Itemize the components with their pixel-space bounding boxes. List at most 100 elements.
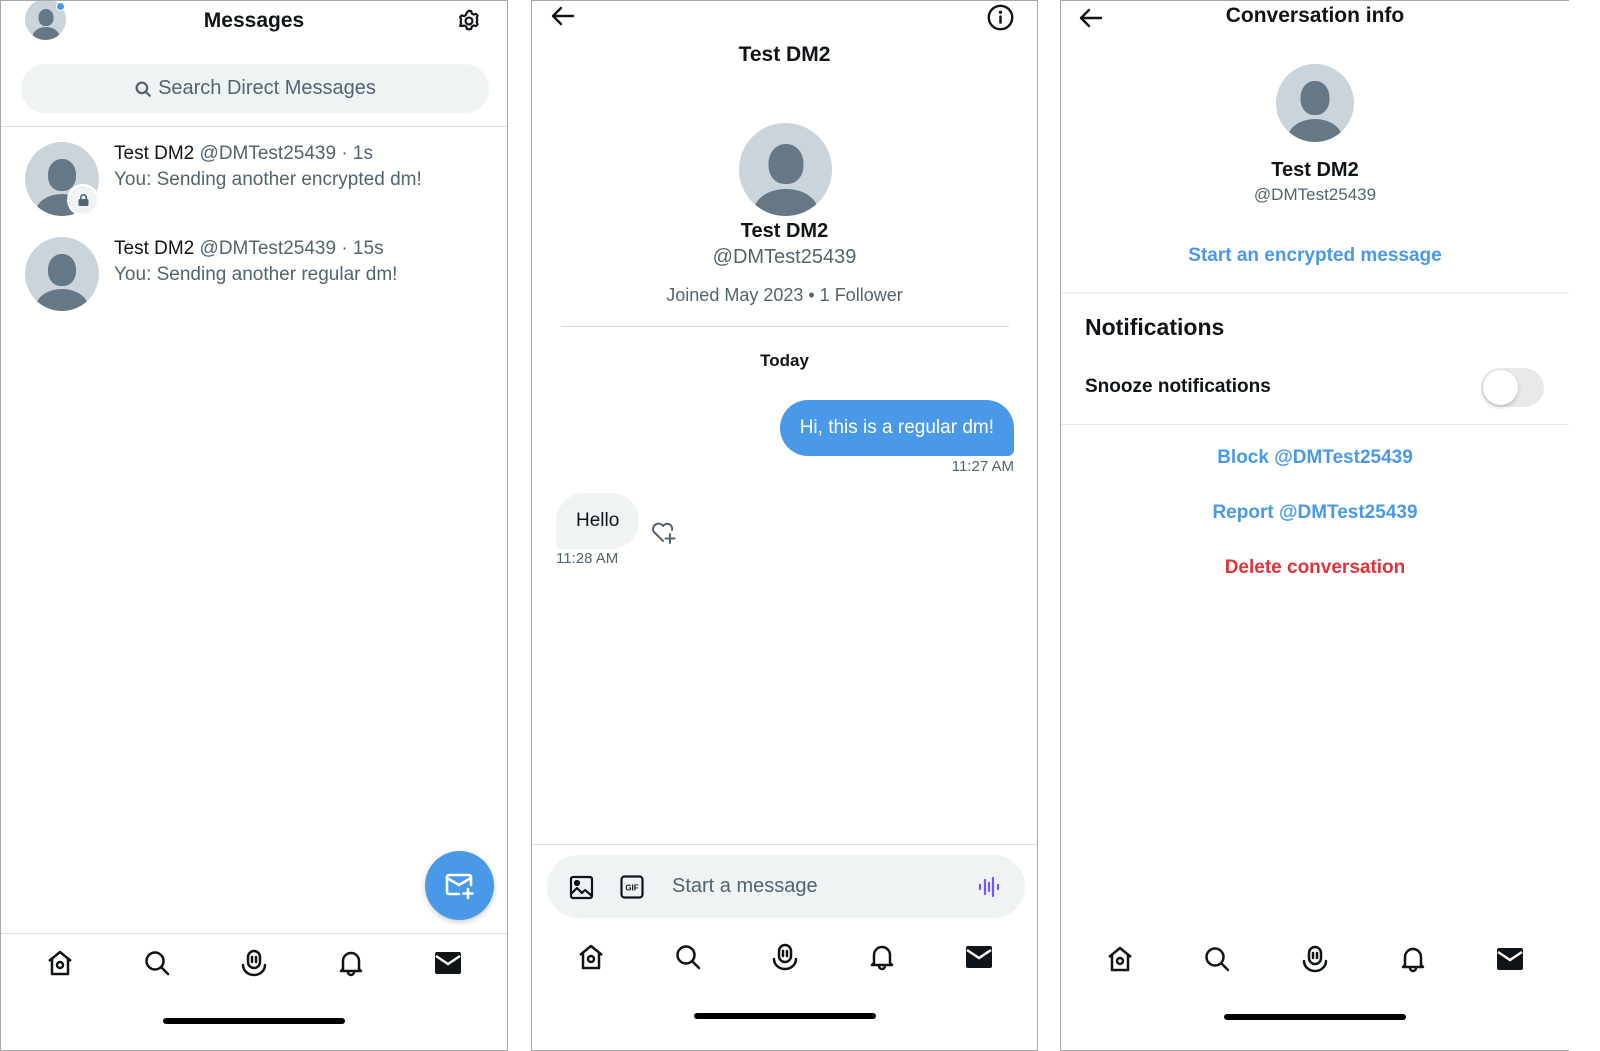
tab-messages[interactable] [1490, 939, 1530, 979]
spaces-microphone-icon [1302, 945, 1328, 973]
profile-avatar-large[interactable] [739, 123, 832, 216]
back-arrow-icon [551, 6, 575, 26]
report-user-link[interactable]: Report @DMTest25439 [1212, 502, 1417, 523]
home-icon [47, 950, 72, 976]
home-indicator [693, 1013, 876, 1019]
search-icon [675, 945, 700, 970]
notifications-heading: Notifications [1085, 314, 1225, 340]
bell-icon [1401, 947, 1424, 973]
block-user-link[interactable]: Block @DMTest25439 [1217, 447, 1413, 468]
tab-notifications[interactable] [862, 937, 902, 977]
lock-icon [78, 194, 88, 206]
home-indicator [1224, 1014, 1406, 1020]
snooze-notifications-toggle[interactable] [1481, 368, 1544, 407]
search-icon [145, 951, 170, 976]
conversation-name: Test DM2 [114, 143, 195, 164]
profile-handle: @DMTest25439 [1253, 185, 1377, 204]
svg-text:GIF: GIF [625, 884, 638, 893]
page-title: Conversation info [1225, 4, 1405, 27]
envelope-filled-icon [1497, 948, 1524, 970]
tab-spaces[interactable] [765, 937, 805, 977]
date-separator: Today [760, 351, 809, 370]
conversation-info-screen: Conversation info Test DM2 @DMTest25439 … [1060, 0, 1569, 1051]
tab-spaces[interactable] [1295, 939, 1335, 979]
home-indicator [163, 1018, 345, 1024]
header-divider [1, 126, 507, 127]
back-button[interactable] [548, 3, 578, 29]
voice-waveform-icon [978, 876, 1000, 898]
chat-screen: Test DM2 Test DM2 @DMTest25439 Joined Ma… [531, 0, 1038, 1051]
conversation-list-item[interactable]: Test DM2 @DMTest25439 · 15s You: Sending… [1, 234, 507, 324]
profile-joined-info: Joined May 2023 • 1 Follower [666, 285, 903, 305]
search-icon [1205, 947, 1230, 972]
page-title: Messages [203, 9, 305, 32]
spaces-microphone-icon [772, 943, 797, 971]
profile-name: Test DM2 [1271, 159, 1359, 181]
message-composer: GIF [547, 855, 1025, 918]
message-input[interactable] [672, 855, 952, 918]
conversation-name: Test DM2 [114, 238, 195, 259]
incoming-message-bubble[interactable]: Hello [556, 493, 640, 549]
conversation-preview: You: Sending another encrypted dm! [114, 169, 422, 190]
bottom-tab-bar [1061, 939, 1569, 979]
bottom-tab-bar [532, 937, 1037, 977]
image-icon [569, 875, 593, 899]
message-timestamp: 11:27 AM [951, 458, 1014, 475]
profile-divider [561, 326, 1009, 327]
tab-notifications[interactable] [1393, 939, 1433, 979]
avatar [25, 237, 99, 311]
search-icon [135, 81, 151, 97]
envelope-plus-icon [445, 873, 474, 899]
start-encrypted-message-link[interactable]: Start an encrypted message [1188, 245, 1441, 266]
tab-notifications[interactable] [331, 943, 371, 983]
info-icon [987, 4, 1013, 30]
envelope-filled-icon [435, 952, 462, 974]
new-message-button[interactable] [425, 851, 494, 920]
settings-gear-icon[interactable] [455, 7, 483, 35]
bell-icon [870, 945, 893, 971]
tab-messages[interactable] [959, 937, 999, 977]
gif-icon: GIF [620, 875, 644, 899]
voice-message-button[interactable] [975, 873, 1003, 901]
home-icon [1108, 946, 1132, 972]
tab-spaces[interactable] [234, 943, 274, 983]
profile-handle: @DMTest25439 [712, 246, 857, 268]
tab-messages[interactable] [428, 943, 468, 983]
snooze-notifications-label: Snooze notifications [1085, 376, 1271, 397]
outgoing-message-bubble[interactable]: Hi, this is a regular dm! [779, 400, 1014, 456]
heart-plus-icon [652, 522, 676, 544]
add-gif-button[interactable]: GIF [618, 873, 646, 901]
tab-search[interactable] [137, 943, 177, 983]
chat-title: Test DM2 [738, 43, 831, 66]
messages-inbox-screen: Messages Search Direct Messages Test DM2… [0, 0, 508, 1051]
section-divider [1061, 292, 1569, 294]
home-icon [578, 944, 603, 970]
conversation-list-item[interactable]: Test DM2 @DMTest25439 · 1s You: Sending … [1, 139, 507, 229]
search-direct-messages-input[interactable]: Search Direct Messages [21, 64, 489, 113]
search-placeholder: Search Direct Messages [158, 77, 376, 99]
bell-icon [339, 951, 363, 977]
toggle-knob [1483, 370, 1518, 405]
add-image-button[interactable] [567, 873, 595, 901]
tab-home[interactable] [1100, 939, 1140, 979]
tab-home[interactable] [40, 943, 80, 983]
conversation-meta: @DMTest25439 · 1s [199, 143, 373, 164]
envelope-filled-icon [965, 946, 992, 968]
message-timestamp: 11:28 AM [556, 550, 619, 567]
section-divider [1061, 424, 1569, 425]
profile-name: Test DM2 [740, 220, 829, 242]
delete-conversation-link[interactable]: Delete conversation [1225, 557, 1406, 578]
tabbar-divider [1, 933, 507, 934]
add-reaction-button[interactable] [649, 518, 679, 546]
tab-home[interactable] [571, 937, 611, 977]
conversation-meta: @DMTest25439 · 15s [199, 238, 384, 259]
tab-search[interactable] [1197, 939, 1237, 979]
conversation-preview: You: Sending another regular dm! [114, 264, 398, 285]
composer-divider [532, 844, 1037, 845]
profile-avatar-large[interactable] [1276, 64, 1354, 142]
spaces-microphone-icon [241, 949, 267, 977]
tab-search[interactable] [668, 937, 708, 977]
encrypted-lock-badge [67, 184, 99, 216]
bottom-tab-bar [1, 943, 507, 983]
conversation-info-button[interactable] [985, 2, 1015, 32]
